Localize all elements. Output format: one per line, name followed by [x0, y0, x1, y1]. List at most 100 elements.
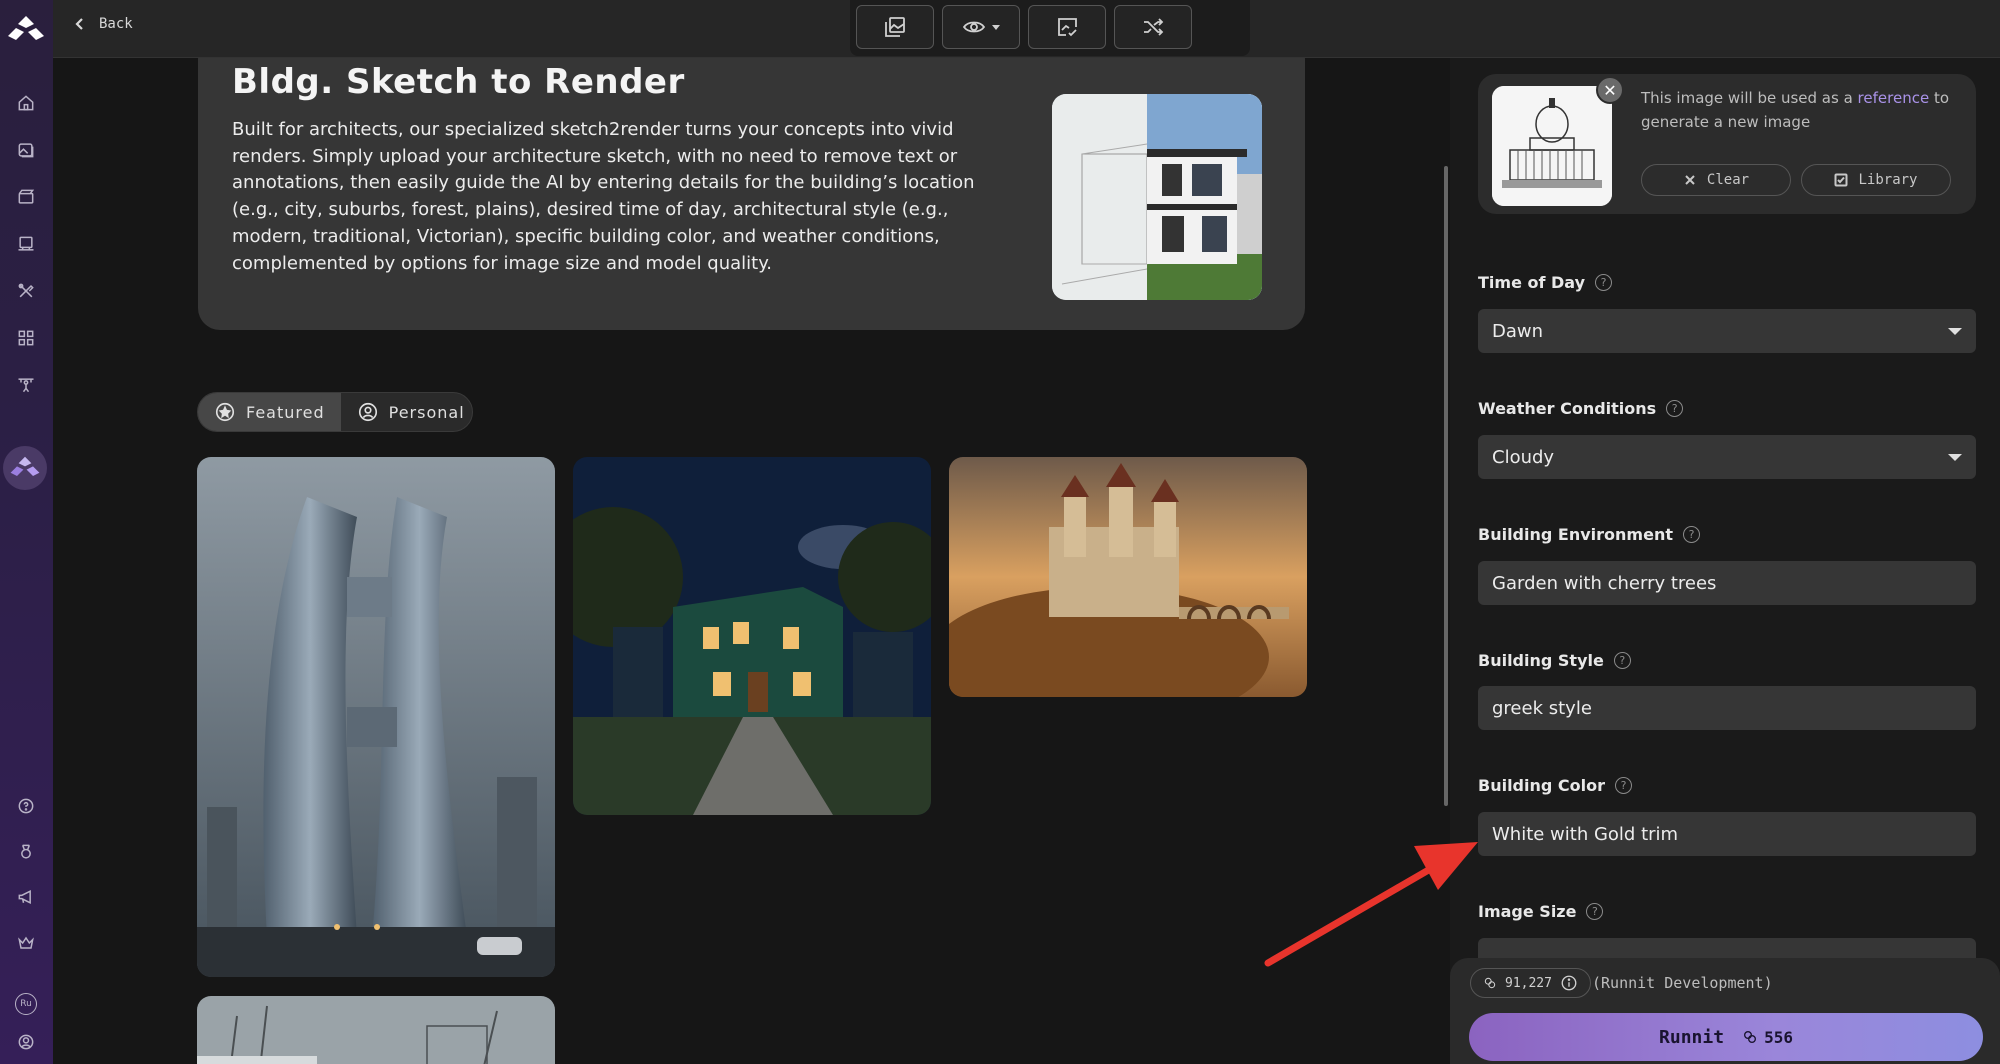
info-icon[interactable]	[1560, 974, 1578, 992]
help-icon[interactable]: ?	[1682, 526, 1700, 543]
images-icon	[885, 17, 905, 37]
compare-button[interactable]	[1028, 5, 1106, 49]
chevron-left-icon	[75, 18, 83, 30]
run-cost: 556	[1742, 1028, 1793, 1047]
main-content: Bldg. Sketch to Render Built for archite…	[53, 58, 1450, 1064]
image-size-label: Image Size?	[1478, 902, 1604, 921]
crown-icon[interactable]	[9, 926, 43, 960]
back-button[interactable]: Back	[73, 16, 133, 32]
color-label: Building Color?	[1478, 776, 1633, 795]
star-circle-icon	[215, 402, 235, 422]
active-tool-button[interactable]	[3, 446, 47, 490]
gallery-icon[interactable]	[9, 133, 43, 167]
library-label: Library	[1858, 172, 1918, 188]
home-icon[interactable]	[9, 86, 43, 120]
reference-description: This image will be used as a reference t…	[1641, 86, 1961, 134]
clear-button[interactable]: Clear	[1641, 164, 1791, 196]
help-icon[interactable]	[9, 789, 43, 823]
credits-value: 91,227	[1505, 975, 1552, 991]
user-circle-icon	[358, 402, 377, 422]
megaphone-icon[interactable]	[9, 880, 43, 914]
weather-value: Cloudy	[1492, 446, 1555, 468]
close-icon	[1685, 175, 1695, 185]
tool-info-card: Bldg. Sketch to Render Built for archite…	[198, 58, 1305, 330]
help-icon[interactable]: ?	[1586, 903, 1604, 920]
help-icon[interactable]: ?	[1595, 274, 1613, 291]
main-scrollbar[interactable]	[1444, 166, 1448, 806]
top-bar: Back	[53, 0, 2000, 58]
back-label: Back	[99, 16, 133, 32]
style-label-text: Building Style	[1478, 651, 1604, 670]
image-library-button[interactable]	[856, 5, 934, 49]
runnit-logo-icon	[10, 456, 40, 476]
image-check-icon	[1058, 18, 1077, 37]
app-logo-icon[interactable]	[6, 14, 46, 46]
app-window: Ru Back Bldg. Sketch to Render Built for…	[0, 0, 2000, 1064]
tools-icon[interactable]	[9, 274, 43, 308]
video-icon[interactable]	[9, 180, 43, 214]
weather-label: Weather Conditions?	[1478, 399, 1684, 418]
reference-link[interactable]: reference	[1858, 89, 1930, 107]
gallery-toggle: Featured Personal	[197, 392, 473, 432]
environment-label: (Runnit Development)	[1592, 974, 1773, 992]
help-icon[interactable]: ?	[1666, 400, 1684, 417]
style-input[interactable]: greek style	[1478, 686, 1976, 730]
caret-down-icon	[1948, 327, 1962, 335]
run-label: Runnit	[1659, 1026, 1725, 1048]
color-input[interactable]: White with Gold trim	[1478, 812, 1976, 856]
library-button[interactable]: Library	[1801, 164, 1951, 196]
time-of-day-label: Time of Day?	[1478, 273, 1613, 292]
environment-label: Building Environment?	[1478, 525, 1700, 544]
image-size-label-text: Image Size	[1478, 902, 1577, 921]
gallery-card-modern[interactable]	[197, 996, 555, 1064]
settings-panel: ✕ This image will be used as a reference…	[1450, 58, 2000, 1064]
tab-personal[interactable]: Personal	[341, 393, 472, 431]
coins-icon	[1484, 977, 1496, 989]
checkbox-icon	[1834, 173, 1848, 187]
time-of-day-label-text: Time of Day	[1478, 273, 1586, 292]
reference-text-before: This image will be used as a	[1641, 89, 1858, 107]
time-of-day-value: Dawn	[1492, 320, 1544, 342]
style-label: Building Style?	[1478, 651, 1631, 670]
gallery-card-skyscraper[interactable]	[197, 457, 555, 977]
tool-description: Built for architects, our specialized sk…	[232, 119, 975, 274]
reference-thumbnail[interactable]	[1492, 86, 1612, 206]
runnit-button[interactable]: Runnit 556	[1469, 1013, 1983, 1061]
time-of-day-select[interactable]: Dawn	[1478, 309, 1976, 353]
caret-down-icon	[1948, 453, 1962, 461]
weather-label-text: Weather Conditions	[1478, 399, 1657, 418]
eye-icon	[962, 21, 986, 33]
environment-input[interactable]: Garden with cherry trees	[1478, 561, 1976, 605]
color-label-text: Building Color	[1478, 776, 1606, 795]
toolbar-group	[850, 0, 1250, 56]
tab-featured[interactable]: Featured	[198, 393, 341, 431]
run-footer: 91,227 (Runnit Development) Runnit 556	[1450, 958, 2000, 1064]
medal-icon[interactable]	[9, 835, 43, 869]
clear-label: Clear	[1706, 172, 1750, 188]
tab-personal-label: Personal	[388, 402, 465, 422]
environment-label-text: Building Environment	[1478, 525, 1673, 544]
help-icon[interactable]: ?	[1615, 777, 1633, 794]
account-icon[interactable]	[9, 1025, 43, 1059]
gallery-card-house[interactable]	[573, 457, 931, 815]
credits-badge[interactable]: 91,227	[1470, 968, 1591, 998]
gallery-card-castle[interactable]	[949, 457, 1307, 697]
visibility-dropdown-button[interactable]	[942, 5, 1020, 49]
help-icon[interactable]: ?	[1613, 652, 1631, 669]
coins-icon	[1744, 1031, 1757, 1043]
grid-icon[interactable]	[9, 321, 43, 355]
monitor-icon[interactable]	[9, 227, 43, 261]
chevron-down-icon	[992, 24, 1000, 30]
remove-reference-button[interactable]: ✕	[1596, 76, 1624, 104]
trainer-icon[interactable]	[9, 368, 43, 402]
page-title: Bldg. Sketch to Render	[232, 62, 685, 102]
close-icon: ✕	[1603, 80, 1617, 100]
run-cost-value: 556	[1764, 1027, 1793, 1047]
weather-select[interactable]: Cloudy	[1478, 435, 1976, 479]
shuffle-icon	[1144, 18, 1164, 36]
hero-image	[1052, 94, 1262, 300]
shuffle-button[interactable]	[1114, 5, 1192, 49]
user-avatar[interactable]: Ru	[15, 993, 37, 1015]
tab-featured-label: Featured	[246, 402, 325, 422]
reference-image-box: ✕ This image will be used as a reference…	[1478, 74, 1976, 214]
